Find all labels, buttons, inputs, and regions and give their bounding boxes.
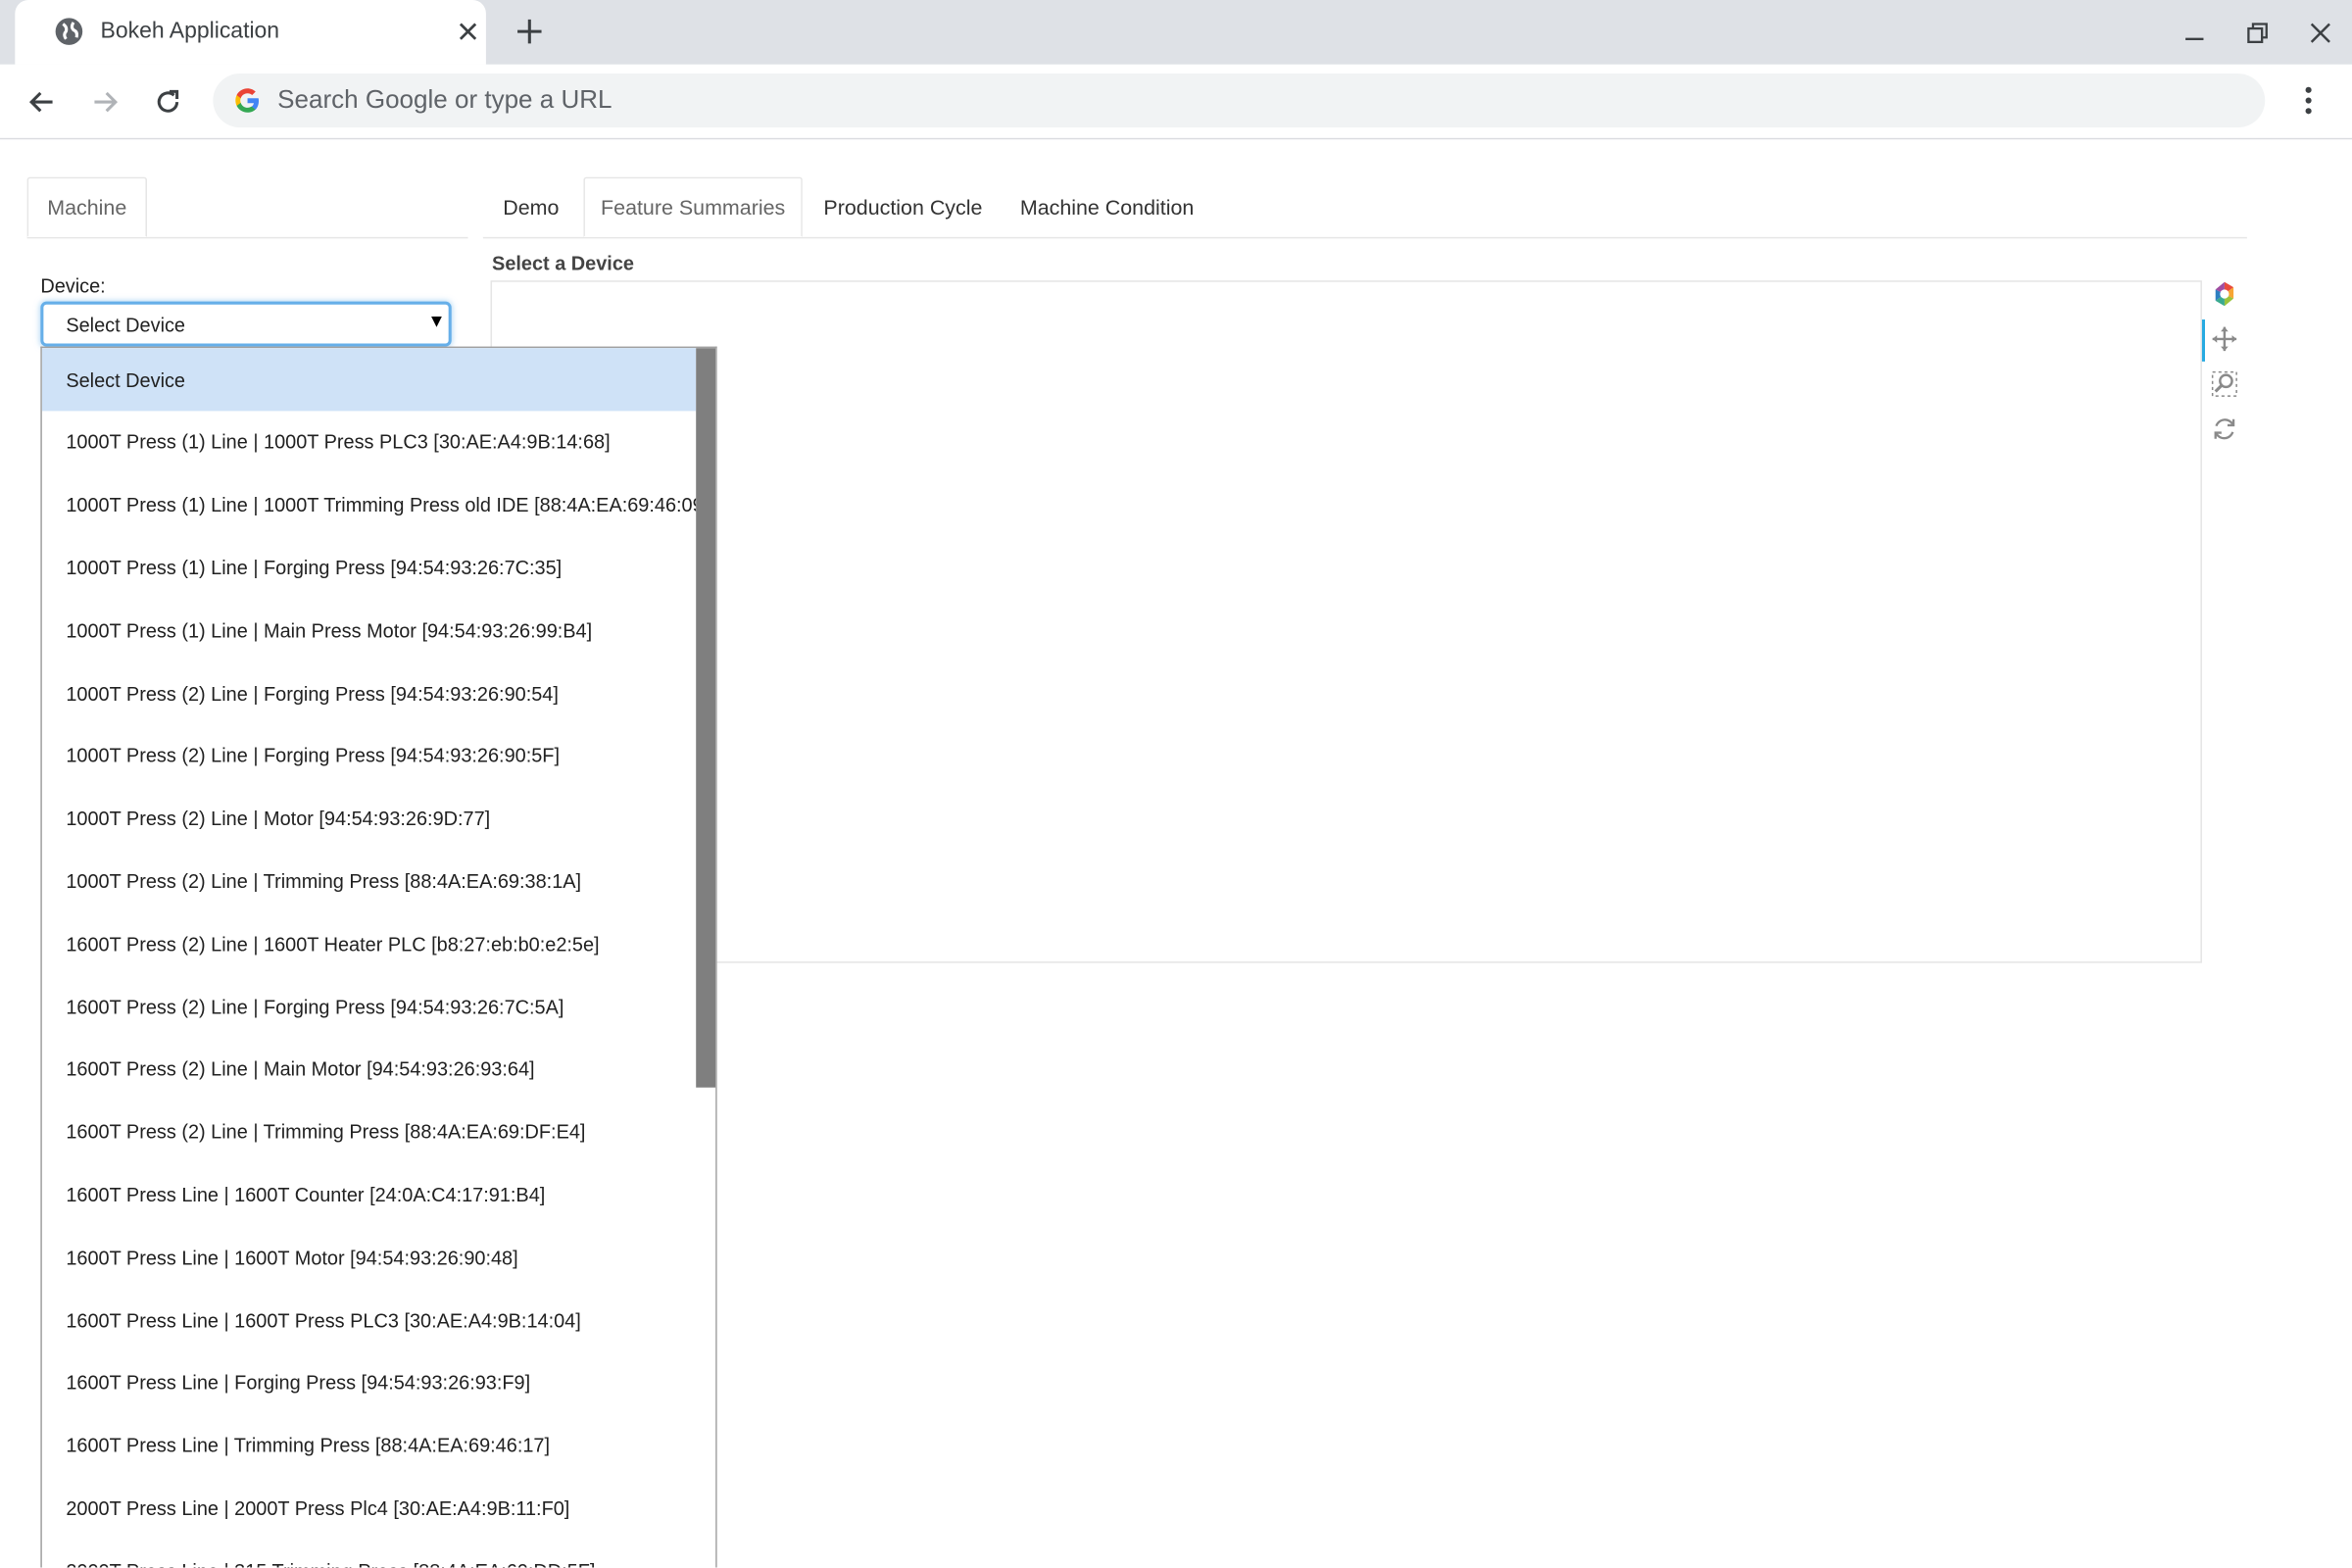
browser-tab[interactable]: Bokeh Application <box>15 0 486 65</box>
device-option[interactable]: 1000T Press (1) Line | 1000T Press PLC3 … <box>42 411 696 473</box>
tab-machine[interactable]: Machine <box>26 176 148 237</box>
device-option[interactable]: 1600T Press Line | 1600T Motor [94:54:93… <box>42 1226 696 1289</box>
reload-icon[interactable] <box>147 81 189 123</box>
device-label: Device: <box>40 274 106 298</box>
device-option[interactable]: 1000T Press (1) Line | Forging Press [94… <box>42 536 696 599</box>
omnibox-placeholder: Search Google or type a URL <box>277 85 612 115</box>
device-option[interactable]: 1600T Press Line | Trimming Press [88:4A… <box>42 1414 696 1477</box>
plot-canvas[interactable] <box>490 280 2202 963</box>
left-tabs-bar: Machine <box>26 176 468 239</box>
device-option[interactable]: 1000T Press (1) Line | 1000T Trimming Pr… <box>42 473 709 536</box>
device-option[interactable]: 1600T Press Line | 1600T Counter [24:0A:… <box>42 1163 696 1226</box>
device-option[interactable]: 1600T Press Line | Forging Press [94:54:… <box>42 1351 696 1414</box>
device-option[interactable]: 1600T Press (2) Line | Main Motor [94:54… <box>42 1038 696 1101</box>
device-option[interactable]: 1600T Press (2) Line | 1600T Heater PLC … <box>42 912 696 975</box>
dropdown-scrollbar-thumb[interactable] <box>696 348 716 1088</box>
close-tab-icon[interactable] <box>453 17 483 47</box>
device-option[interactable]: 1000T Press (2) Line | Motor [94:54:93:2… <box>42 787 696 850</box>
tab-machine-condition[interactable]: Machine Condition <box>1005 177 1209 236</box>
kebab-menu-icon[interactable] <box>2290 82 2327 119</box>
back-icon[interactable] <box>21 81 63 123</box>
pan-icon[interactable] <box>2210 324 2240 355</box>
tab-production-cycle[interactable]: Production Cycle <box>808 177 998 236</box>
restore-icon[interactable] <box>2239 15 2276 51</box>
forward-icon[interactable] <box>84 81 126 123</box>
browser-toolbar: Search Google or type a URL <box>0 64 2352 140</box>
device-select[interactable]: Select Device ▼ <box>40 301 452 347</box>
browser-tab-title: Bokeh Application <box>100 18 280 44</box>
device-select-value: Select Device <box>66 313 186 336</box>
device-option[interactable]: Select Device <box>41 348 697 412</box>
bokeh-logo-icon[interactable] <box>2210 279 2240 310</box>
device-option[interactable]: 1600T Press (2) Line | Trimming Press [8… <box>42 1101 696 1163</box>
address-bar[interactable]: Search Google or type a URL <box>213 74 2266 128</box>
bokeh-page: Machine Demo Feature Summaries Productio… <box>0 139 2352 1568</box>
tab-demo[interactable]: Demo <box>483 177 579 236</box>
plot-title: Select a Device <box>492 252 634 275</box>
globe-icon <box>55 18 83 45</box>
main-tabs-bar: Demo Feature Summaries Production Cycle … <box>482 176 2247 239</box>
device-option[interactable]: 1000T Press (2) Line | Forging Press [94… <box>42 662 696 724</box>
new-tab-icon[interactable] <box>510 12 549 51</box>
minimize-icon[interactable] <box>2177 15 2213 51</box>
browser-tabstrip: Bokeh Application <box>0 0 2352 65</box>
active-tool-indicator <box>2201 319 2205 362</box>
device-option[interactable]: 2000T Press Line | 315 Trimming Press [8… <box>42 1540 696 1567</box>
device-option[interactable]: 1000T Press (1) Line | Main Press Motor … <box>42 599 696 662</box>
device-option[interactable]: 1000T Press (2) Line | Forging Press [94… <box>42 724 696 787</box>
device-option[interactable]: 1000T Press (2) Line | Trimming Press [8… <box>42 850 696 912</box>
dropdown-arrow-icon: ▼ <box>427 310 446 332</box>
device-dropdown-list[interactable]: Select Device 1000T Press (1) Line | 1000… <box>40 346 717 1568</box>
tab-feature-summaries[interactable]: Feature Summaries <box>583 176 803 237</box>
box-zoom-icon[interactable] <box>2210 369 2240 400</box>
device-option[interactable]: 1600T Press Line | 1600T Press PLC3 [30:… <box>42 1289 696 1351</box>
close-window-icon[interactable] <box>2302 15 2338 51</box>
device-option[interactable]: 2000T Press Line | 2000T Press Plc4 [30:… <box>42 1477 696 1540</box>
reset-icon[interactable] <box>2210 414 2240 444</box>
device-option[interactable]: 1600T Press (2) Line | Forging Press [94… <box>42 975 696 1038</box>
google-icon <box>235 88 260 113</box>
plot-toolbar <box>2201 274 2247 455</box>
